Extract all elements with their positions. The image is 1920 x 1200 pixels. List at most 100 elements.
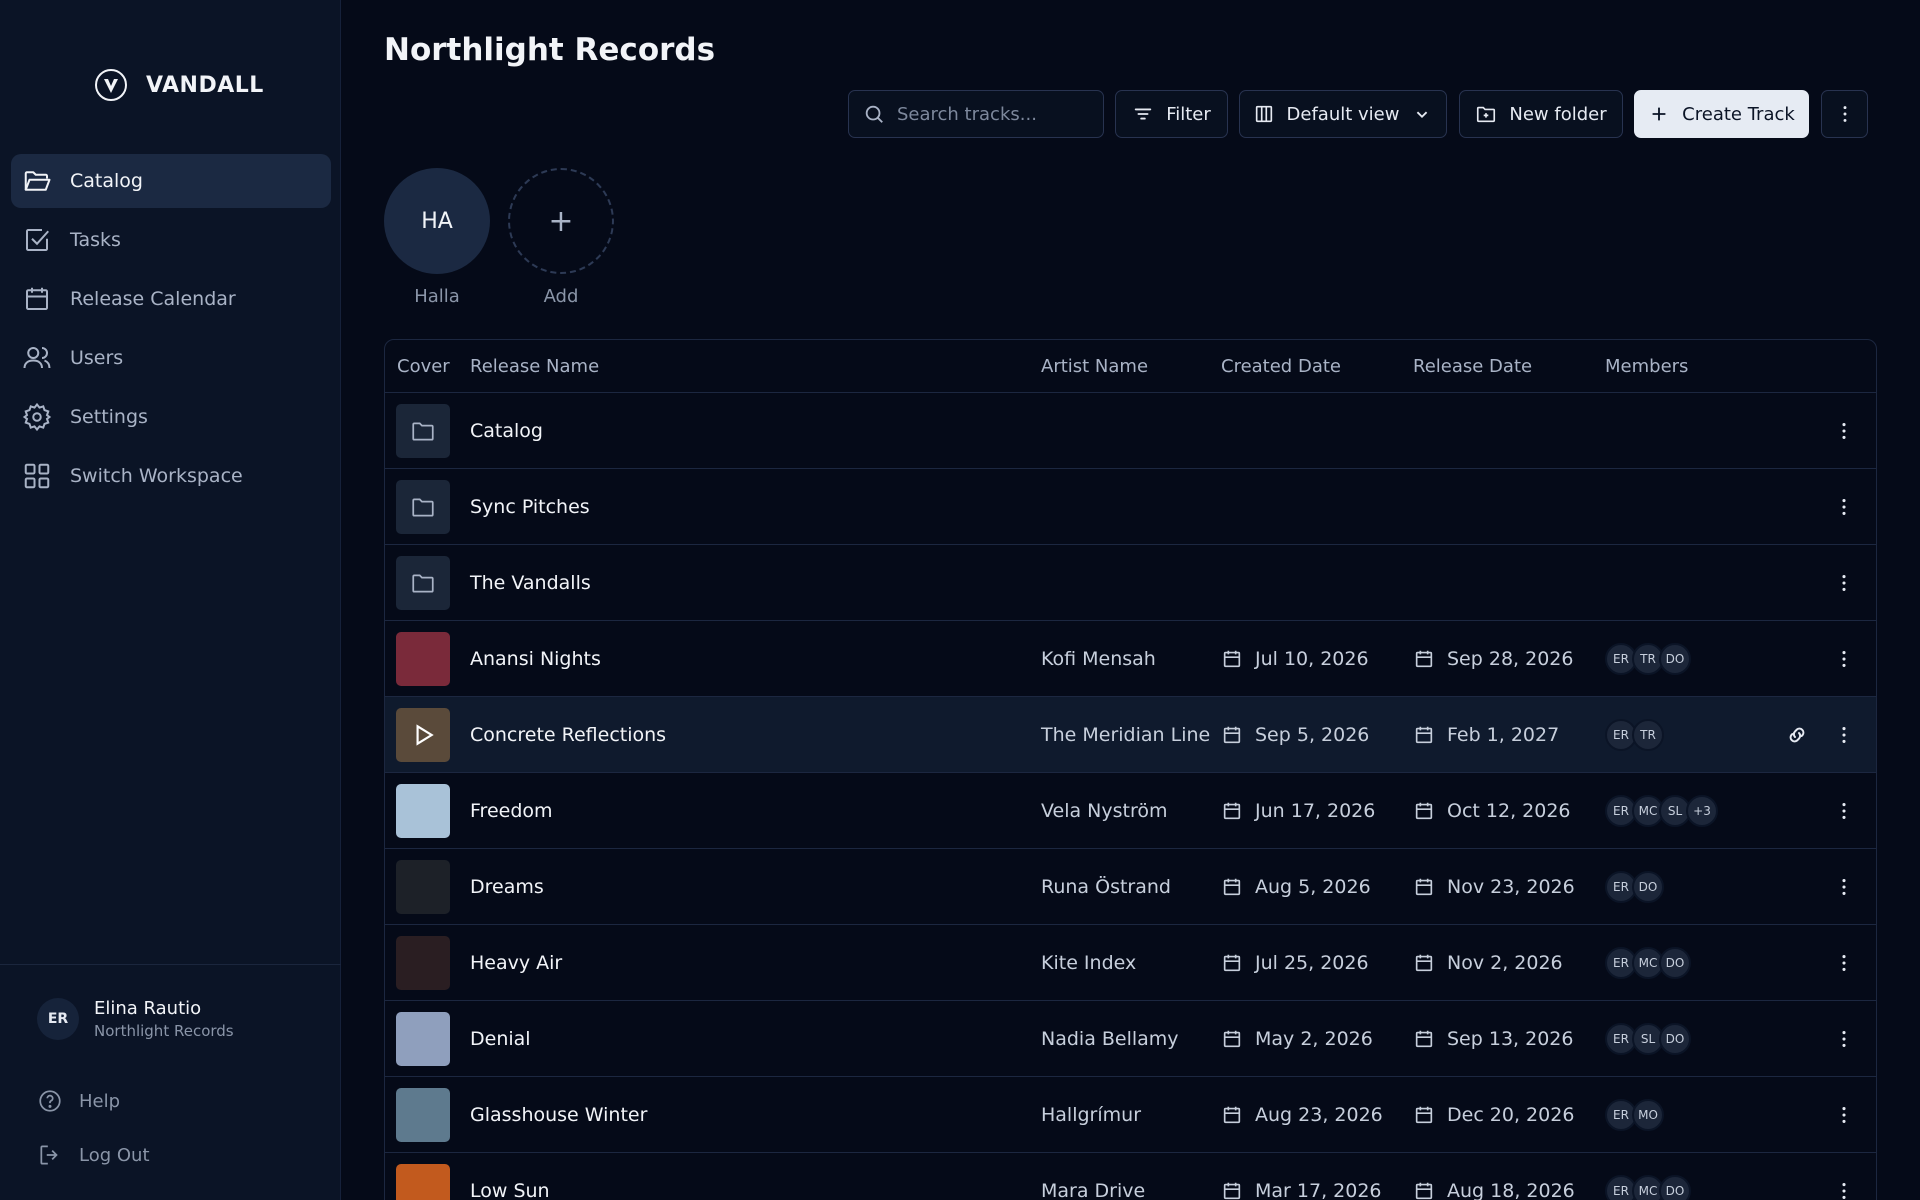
add-member-button[interactable]: + Add: [508, 168, 614, 307]
row-menu-button[interactable]: [1832, 773, 1856, 849]
logout-link[interactable]: Log Out: [37, 1142, 150, 1168]
view-label: Default view: [1286, 103, 1400, 125]
column-header-release-name[interactable]: Release Name: [470, 356, 599, 377]
sidebar-item-settings[interactable]: Settings: [11, 390, 331, 444]
release-name[interactable]: Denial: [470, 1001, 531, 1077]
table-row[interactable]: Denial Nadia Bellamy May 2, 2026 Sep 13, 20…: [385, 1001, 1876, 1077]
release-name[interactable]: Anansi Nights: [470, 621, 601, 697]
sidebar-item-label: Settings: [70, 406, 148, 428]
sidebar-item-switch-workspace[interactable]: Switch Workspace: [11, 449, 331, 503]
table-row[interactable]: Glasshouse Winter Hallgrímur Aug 23, 2026 D…: [385, 1077, 1876, 1153]
table-row[interactable]: Dreams Runa Östrand Aug 5, 2026 Nov 23, 202…: [385, 849, 1876, 925]
folder-row[interactable]: Sync Pitches: [385, 469, 1876, 545]
cover-image[interactable]: [396, 708, 450, 762]
row-menu-button[interactable]: [1832, 621, 1856, 697]
created-date: Aug 23, 2026: [1221, 1077, 1383, 1153]
row-members: ER TR: [1605, 697, 1664, 773]
cover-image[interactable]: [396, 936, 450, 990]
created-date: Mar 17, 2026: [1221, 1153, 1382, 1200]
users-icon: [23, 347, 51, 369]
table-row[interactable]: Low Sun Mara Drive Mar 17, 2026 Aug 18, 202…: [385, 1153, 1876, 1200]
filter-button[interactable]: Filter: [1115, 90, 1228, 138]
chevron-down-icon: [1417, 111, 1428, 119]
calendar-icon: [26, 287, 48, 310]
release-date-text: Feb 1, 2027: [1447, 724, 1560, 746]
row-menu-button[interactable]: [1832, 545, 1856, 621]
release-name[interactable]: Heavy Air: [470, 925, 562, 1001]
row-menu-button[interactable]: [1832, 925, 1856, 1001]
created-date: Jun 17, 2026: [1221, 773, 1375, 849]
link-icon[interactable]: [1784, 697, 1810, 773]
artist-name: The Meridian Line: [1041, 724, 1211, 746]
plus-icon: [1652, 107, 1666, 121]
row-members: ER MC DO: [1605, 925, 1691, 1001]
sidebar-divider: [0, 964, 341, 965]
row-menu-button[interactable]: [1832, 1153, 1856, 1200]
column-header-members[interactable]: Members: [1605, 356, 1688, 377]
release-date-text: Nov 23, 2026: [1447, 876, 1575, 898]
cover-image[interactable]: [396, 1164, 450, 1200]
release-date: Sep 28, 2026: [1413, 621, 1573, 697]
cover-image[interactable]: [396, 860, 450, 914]
created-date-text: Sep 5, 2026: [1255, 724, 1370, 746]
table-row[interactable]: Anansi Nights Kofi Mensah Jul 10, 2026 Sep …: [385, 621, 1876, 697]
release-name[interactable]: Freedom: [470, 773, 553, 849]
cover-image[interactable]: [396, 1012, 450, 1066]
create-track-label: Create Track: [1682, 103, 1795, 125]
new-folder-button[interactable]: New folder: [1459, 90, 1623, 138]
release-name[interactable]: Dreams: [470, 849, 544, 925]
cover-image[interactable]: [396, 632, 450, 686]
column-header-release-date[interactable]: Release Date: [1413, 356, 1532, 377]
release-date: Dec 20, 2026: [1413, 1077, 1574, 1153]
table-row[interactable]: Freedom Vela Nyström Jun 17, 2026 Oct 12, 2…: [385, 773, 1876, 849]
column-header-created-date[interactable]: Created Date: [1221, 356, 1341, 377]
cover-image[interactable]: [396, 1088, 450, 1142]
release-date: Oct 12, 2026: [1413, 773, 1571, 849]
logout-label: Log Out: [79, 1144, 150, 1166]
sidebar-item-users[interactable]: Users: [11, 331, 331, 385]
create-track-button[interactable]: Create Track: [1634, 90, 1809, 138]
row-menu-button[interactable]: [1832, 697, 1856, 773]
sidebar-item-label: Catalog: [70, 170, 143, 192]
artist-name: Kofi Mensah: [1041, 648, 1156, 670]
vandall-logo-icon: [95, 69, 127, 101]
row-menu-button[interactable]: [1832, 393, 1856, 469]
more-options-button[interactable]: [1821, 90, 1868, 138]
release-name[interactable]: Concrete Reflections: [470, 697, 666, 773]
cover-image[interactable]: [396, 784, 450, 838]
artist-name: Vela Nyström: [1041, 800, 1168, 822]
row-menu-button[interactable]: [1832, 849, 1856, 925]
row-members: ER MO: [1605, 1077, 1664, 1153]
folder-icon: [396, 404, 450, 458]
created-date-text: Aug 23, 2026: [1255, 1104, 1383, 1126]
column-header-artist-name[interactable]: Artist Name: [1041, 356, 1148, 377]
row-menu-button[interactable]: [1832, 469, 1856, 545]
search-icon: [865, 105, 883, 123]
row-menu-button[interactable]: [1832, 1001, 1856, 1077]
search-input[interactable]: [897, 103, 1077, 125]
sidebar-item-release-calendar[interactable]: Release Calendar: [11, 272, 331, 326]
table-header: Cover Release Name Artist Name Created D…: [385, 340, 1876, 393]
created-date-text: Jul 10, 2026: [1255, 648, 1369, 670]
release-date-text: Dec 20, 2026: [1447, 1104, 1575, 1126]
member-halla[interactable]: HA Halla: [384, 168, 490, 307]
help-link[interactable]: Help: [37, 1088, 120, 1114]
member-avatar: DO: [1659, 643, 1691, 675]
folder-row[interactable]: Catalog: [385, 393, 1876, 469]
sidebar-item-tasks[interactable]: Tasks: [11, 213, 331, 267]
table-row[interactable]: Concrete Reflections The Meridian Line Sep…: [385, 697, 1876, 773]
release-date-text: Sep 28, 2026: [1447, 648, 1574, 670]
sidebar-item-catalog[interactable]: Catalog: [11, 154, 331, 208]
row-menu-button[interactable]: [1832, 1077, 1856, 1153]
folder-row[interactable]: The Vandalls: [385, 545, 1876, 621]
search-box[interactable]: [848, 90, 1104, 138]
release-name[interactable]: Glasshouse Winter: [470, 1077, 647, 1153]
release-name[interactable]: Low Sun: [470, 1153, 550, 1200]
created-date: Sep 5, 2026: [1221, 697, 1369, 773]
brand[interactable]: VANDALL: [94, 66, 264, 104]
column-header-cover[interactable]: Cover: [397, 356, 450, 377]
table-row[interactable]: Heavy Air Kite Index Jul 25, 2026 Nov 2, 20…: [385, 925, 1876, 1001]
user-profile[interactable]: ER Elina Rautio Northlight Records: [37, 998, 234, 1040]
view-select[interactable]: Default view: [1239, 90, 1447, 138]
gear-icon: [22, 402, 52, 432]
